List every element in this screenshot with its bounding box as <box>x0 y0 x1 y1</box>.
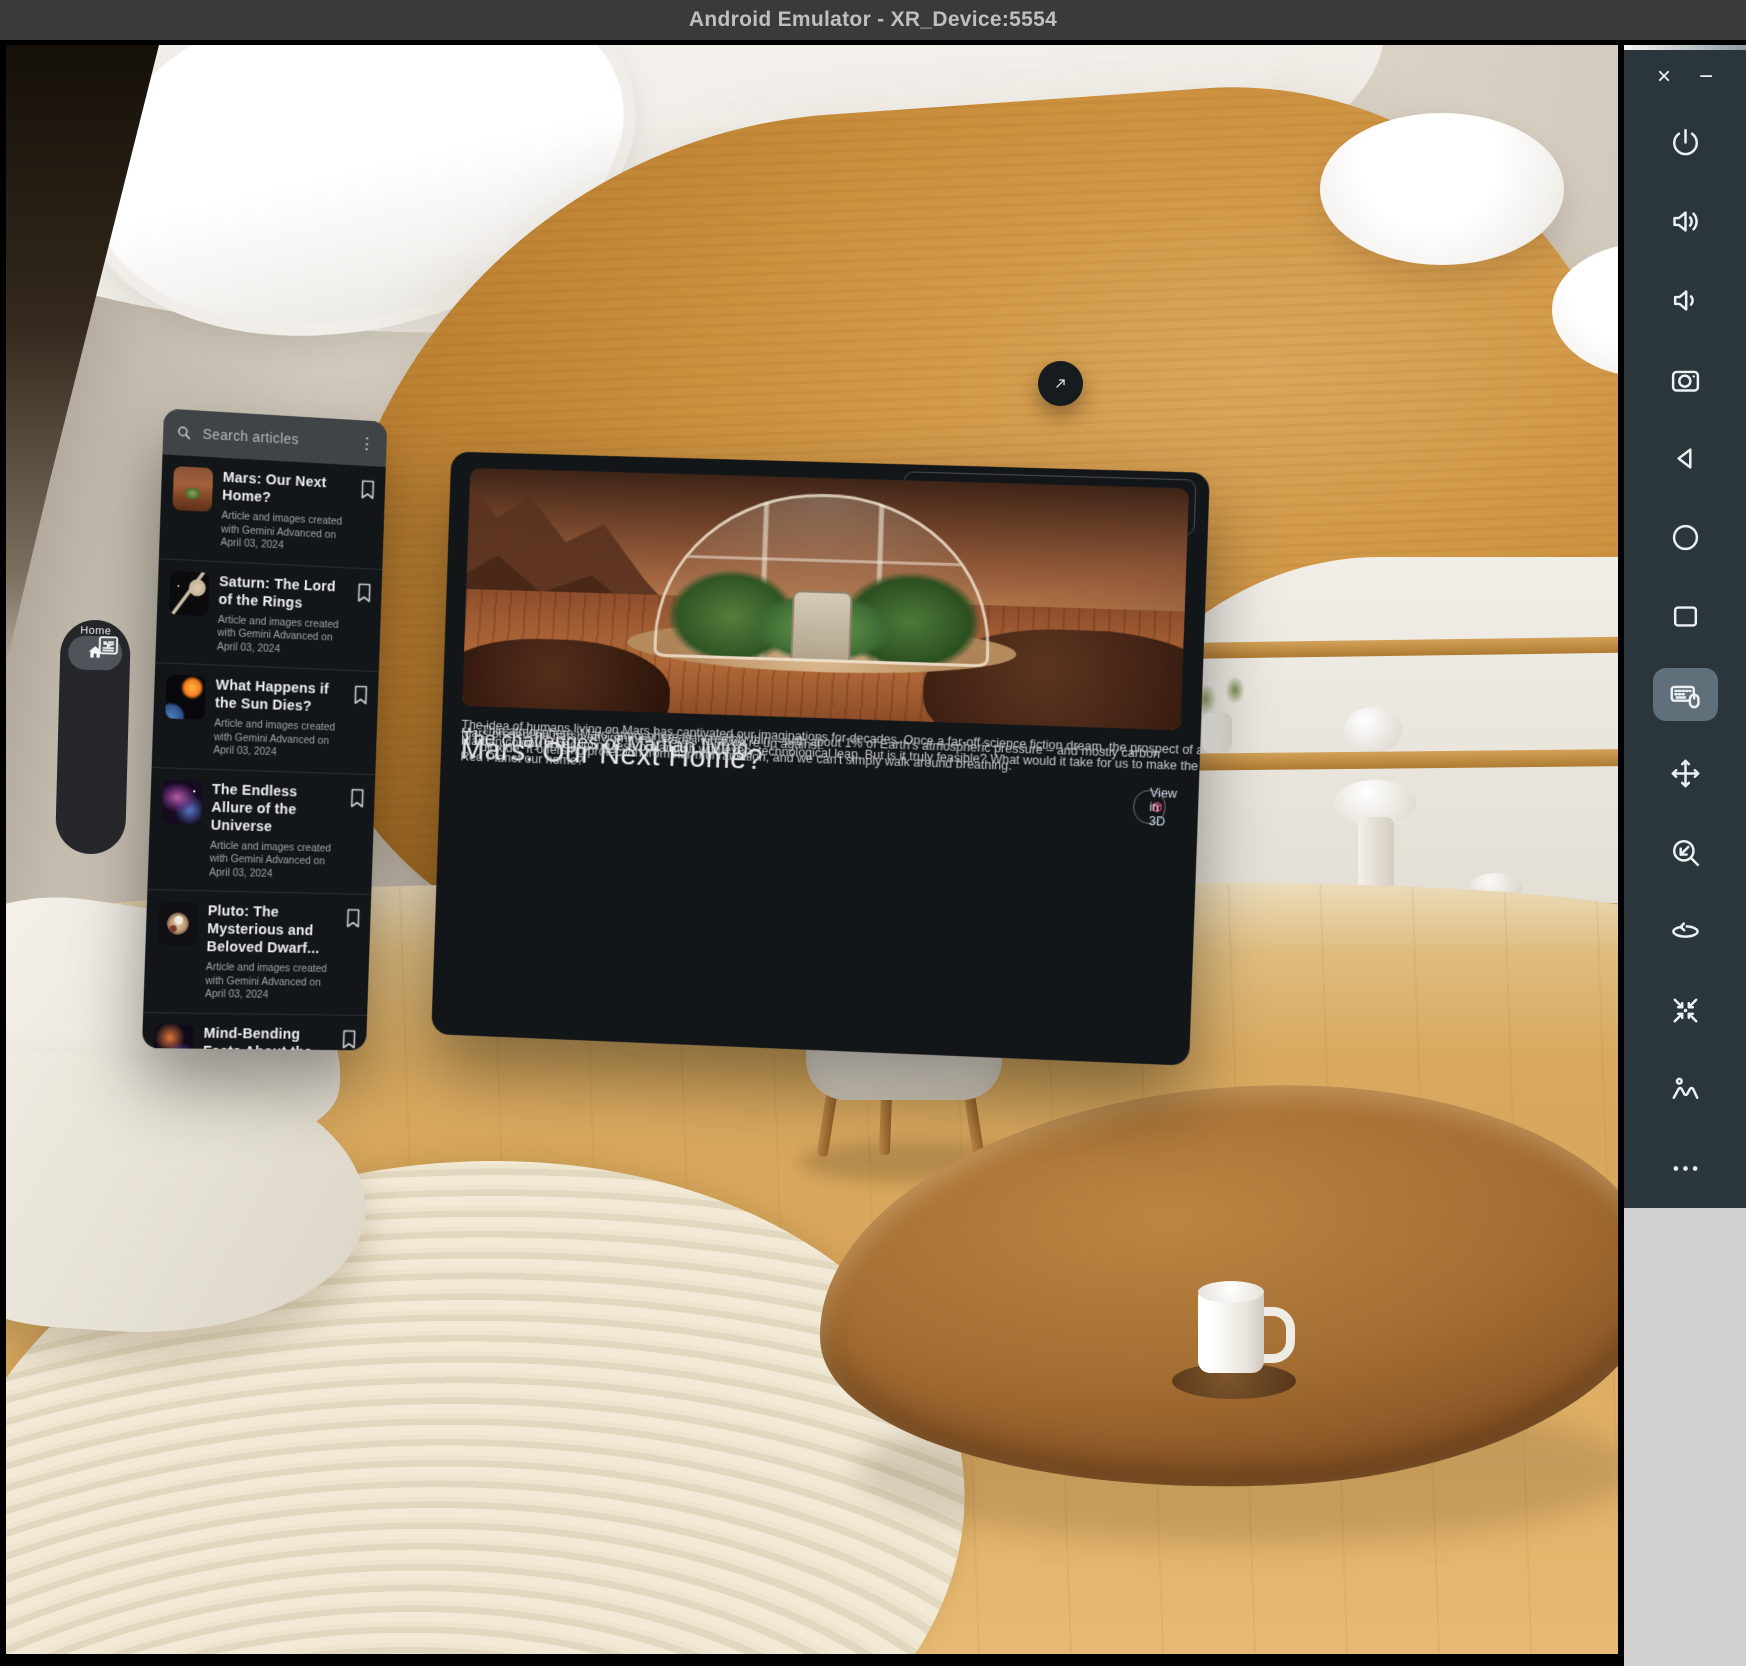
view-in-3d-button[interactable]: View in 3D <box>1133 789 1167 824</box>
camera-icon <box>1669 363 1702 396</box>
back-triangle-icon <box>1669 442 1702 475</box>
environment-terrain-icon <box>1669 1073 1702 1106</box>
home-button[interactable] <box>1624 498 1746 577</box>
screenshot-button[interactable] <box>1624 340 1746 419</box>
volume-down-button[interactable] <box>1624 261 1746 340</box>
list-item-pluto[interactable]: Pluto: The Mysterious and Beloved Dwarf.… <box>143 889 371 1015</box>
bookmark-icon[interactable] <box>345 908 361 928</box>
environment-button[interactable] <box>1624 1050 1746 1129</box>
list-item-saturn[interactable]: Saturn: The Lord of the Rings Article an… <box>155 558 382 671</box>
article-item-subtitle: Article and images created with Gemini A… <box>205 961 335 1003</box>
panel-expand-button[interactable] <box>1038 361 1083 406</box>
overview-square-icon <box>1669 600 1702 633</box>
keyboard-mouse-icon <box>1669 678 1702 711</box>
move-window-button[interactable] <box>1624 734 1746 813</box>
article-item-title: Mars: Our Next Home? <box>222 469 351 512</box>
bookmark-icon[interactable] <box>341 1029 357 1049</box>
list-item-universe[interactable]: The Endless Allure of the Universe Artic… <box>147 766 375 894</box>
rotate-view-button[interactable] <box>1624 892 1746 971</box>
pendant-lamp-large <box>1320 113 1564 265</box>
article-item-subtitle: Article and images created with Gemini A… <box>220 509 349 556</box>
move-icon <box>1669 757 1702 790</box>
article-thumbnail <box>169 570 210 616</box>
toolbar-window-controls: × − <box>1624 51 1746 103</box>
mug-opening <box>1198 1281 1264 1303</box>
window-title: Android Emulator - XR_Device:5554 <box>689 8 1057 32</box>
keyboard-mouse-input-button[interactable] <box>1624 656 1746 735</box>
title-bar[interactable]: Android Emulator - XR_Device:5554 <box>0 0 1746 40</box>
video-icon <box>95 632 122 659</box>
article-item-title: What Happens if the Sun Dies? <box>215 676 344 716</box>
article-item-subtitle: Article and images created with Gemini A… <box>213 717 342 762</box>
article-item-title: The Endless Allure of the Universe <box>210 780 340 837</box>
minimize-icon[interactable]: − <box>1699 65 1713 89</box>
article-thumbnail <box>157 901 198 946</box>
article-panel: A Article and images created with Gemini… <box>431 452 1210 1066</box>
more-dots-icon <box>1669 1152 1702 1185</box>
recenter-icon <box>1669 994 1702 1027</box>
round-vase <box>1344 707 1402 753</box>
article-item-title: Pluto: The Mysterious and Beloved Dwarf.… <box>206 902 336 958</box>
back-button[interactable] <box>1624 419 1746 498</box>
power-icon <box>1669 126 1702 159</box>
search-input[interactable]: Search articles <box>202 426 349 450</box>
power-button[interactable] <box>1624 103 1746 182</box>
volume-up-icon <box>1669 205 1702 238</box>
article-item-title: Mind-Bending Facts About the Universe <box>202 1024 332 1050</box>
zoom-arrow-icon <box>1669 836 1702 869</box>
app-dock: Home <box>55 619 131 855</box>
recenter-button[interactable] <box>1624 971 1746 1050</box>
article-item-subtitle: Article and images created with Gemini A… <box>217 613 346 659</box>
list-item-mars[interactable]: Mars: Our Next Home? Article and images … <box>159 454 386 568</box>
article-thumbnail <box>153 1024 194 1051</box>
volume-down-icon <box>1669 284 1702 317</box>
article-thumbnail <box>162 779 203 824</box>
dome-frame-band <box>660 554 989 567</box>
more-options-button[interactable] <box>1624 1129 1746 1208</box>
view-in-3d-label: View in 3D <box>1149 786 1178 829</box>
volume-up-button[interactable] <box>1624 182 1746 261</box>
expand-icon <box>1052 375 1069 392</box>
small-vase <box>1202 713 1232 753</box>
hero-image-mars-habitat <box>462 468 1189 730</box>
xr-scene-viewport[interactable]: Home Search articles <box>6 45 1618 1654</box>
emulator-control-rail: × − <box>1624 45 1746 1208</box>
rotate-orbit-icon <box>1669 915 1702 948</box>
chair-leg <box>879 1091 892 1155</box>
bookmark-icon[interactable] <box>353 685 369 705</box>
close-icon[interactable]: × <box>1657 65 1671 89</box>
article-thumbnail <box>165 675 206 720</box>
emulator-window: Android Emulator - XR_Device:5554 <box>0 0 1746 1666</box>
home-circle-icon <box>1669 521 1702 554</box>
overflow-menu-icon[interactable]: ⋮ <box>359 435 376 453</box>
dome-door <box>790 590 852 660</box>
bookmark-icon[interactable] <box>356 582 372 602</box>
article-item-subtitle: Article and images created with Gemini A… <box>209 839 339 882</box>
rail-top-highlight <box>1624 45 1746 50</box>
zoom-button[interactable] <box>1624 813 1746 892</box>
rail-lower-background <box>1624 1208 1746 1666</box>
overview-button[interactable] <box>1624 577 1746 656</box>
bookmark-icon[interactable] <box>349 788 365 808</box>
search-icon <box>175 423 193 442</box>
article-item-title: Saturn: The Lord of the Rings <box>218 573 347 615</box>
article-thumbnail <box>172 466 213 512</box>
list-item-mind-bending[interactable]: Mind-Bending Facts About the Universe <box>142 1012 367 1051</box>
library-panel: Search articles ⋮ Mars: Our Next Home? A… <box>142 408 387 1050</box>
bookmark-icon[interactable] <box>360 479 376 499</box>
list-item-sun[interactable]: What Happens if the Sun Dies? Article an… <box>152 662 379 774</box>
